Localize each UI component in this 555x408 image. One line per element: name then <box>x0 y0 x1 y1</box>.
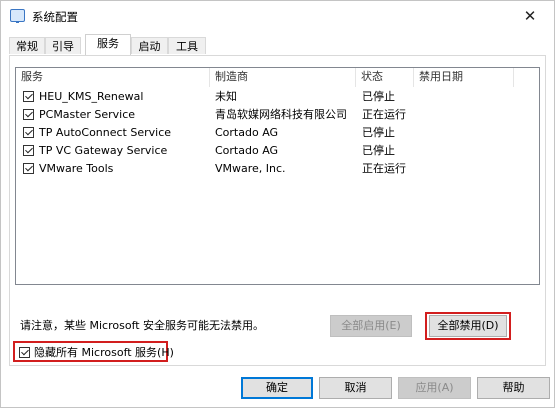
title-bar: 系统配置 ✕ <box>1 1 554 31</box>
service-status: 正在运行 <box>362 162 406 175</box>
disable-all-button[interactable]: 全部禁用(D) <box>429 315 507 337</box>
help-button[interactable]: 帮助 <box>477 377 550 399</box>
service-name: HEU_KMS_Renewal <box>39 90 144 103</box>
tab-tools[interactable]: 工具 <box>168 37 206 54</box>
system-config-window: 系统配置 ✕ 常规 引导 服务 启动 工具 服务 制造商 状态 禁用日期 HEU… <box>0 0 555 408</box>
tab-general[interactable]: 常规 <box>9 37 45 54</box>
tab-services[interactable]: 服务 <box>85 34 131 55</box>
hide-microsoft-checkbox[interactable] <box>19 347 30 358</box>
apply-button[interactable]: 应用(A) <box>398 377 471 399</box>
service-vendor: 青岛软媒网络科技有限公司 <box>215 108 347 121</box>
column-header-service[interactable]: 服务 <box>16 68 210 87</box>
table-row[interactable]: TP VC Gateway Service Cortado AG 已停止 <box>16 142 539 160</box>
service-checkbox[interactable] <box>23 91 34 102</box>
table-row[interactable]: TP AutoConnect Service Cortado AG 已停止 <box>16 124 539 142</box>
service-name: TP VC Gateway Service <box>39 144 168 157</box>
service-vendor: 未知 <box>215 90 237 103</box>
column-header-vendor[interactable]: 制造商 <box>210 68 356 87</box>
table-row[interactable]: VMware Tools VMware, Inc. 正在运行 <box>16 160 539 178</box>
service-vendor: VMware, Inc. <box>215 162 286 175</box>
service-status: 正在运行 <box>362 108 406 121</box>
service-checkbox[interactable] <box>23 109 34 120</box>
table-row[interactable]: PCMaster Service 青岛软媒网络科技有限公司 正在运行 <box>16 106 539 124</box>
service-vendor: Cortado AG <box>215 126 279 139</box>
service-name: VMware Tools <box>39 162 114 175</box>
service-status: 已停止 <box>362 126 395 139</box>
services-list[interactable]: 服务 制造商 状态 禁用日期 HEU_KMS_Renewal 未知 已停止 PC… <box>15 67 540 285</box>
service-name: TP AutoConnect Service <box>39 126 172 139</box>
service-checkbox[interactable] <box>23 127 34 138</box>
service-name: PCMaster Service <box>39 108 136 121</box>
service-vendor: Cortado AG <box>215 144 279 157</box>
close-button[interactable]: ✕ <box>517 5 543 27</box>
hide-microsoft-label[interactable]: 隐藏所有 Microsoft 服务(H) <box>34 346 174 360</box>
list-header: 服务 制造商 状态 禁用日期 <box>16 68 539 87</box>
security-note: 请注意，某些 Microsoft 安全服务可能无法禁用。 <box>20 319 265 332</box>
service-status: 已停止 <box>362 144 395 157</box>
system-config-icon <box>10 9 25 23</box>
tab-boot[interactable]: 引导 <box>45 37 81 54</box>
ok-button[interactable]: 确定 <box>241 377 313 399</box>
service-status: 已停止 <box>362 90 395 103</box>
service-checkbox[interactable] <box>23 145 34 156</box>
service-checkbox[interactable] <box>23 163 34 174</box>
cancel-button[interactable]: 取消 <box>319 377 392 399</box>
tab-startup[interactable]: 启动 <box>131 37 168 54</box>
table-row[interactable]: HEU_KMS_Renewal 未知 已停止 <box>16 88 539 106</box>
column-header-status[interactable]: 状态 <box>356 68 414 87</box>
column-header-disable-date[interactable]: 禁用日期 <box>414 68 514 87</box>
window-title: 系统配置 <box>32 10 78 24</box>
enable-all-button[interactable]: 全部启用(E) <box>330 315 412 337</box>
